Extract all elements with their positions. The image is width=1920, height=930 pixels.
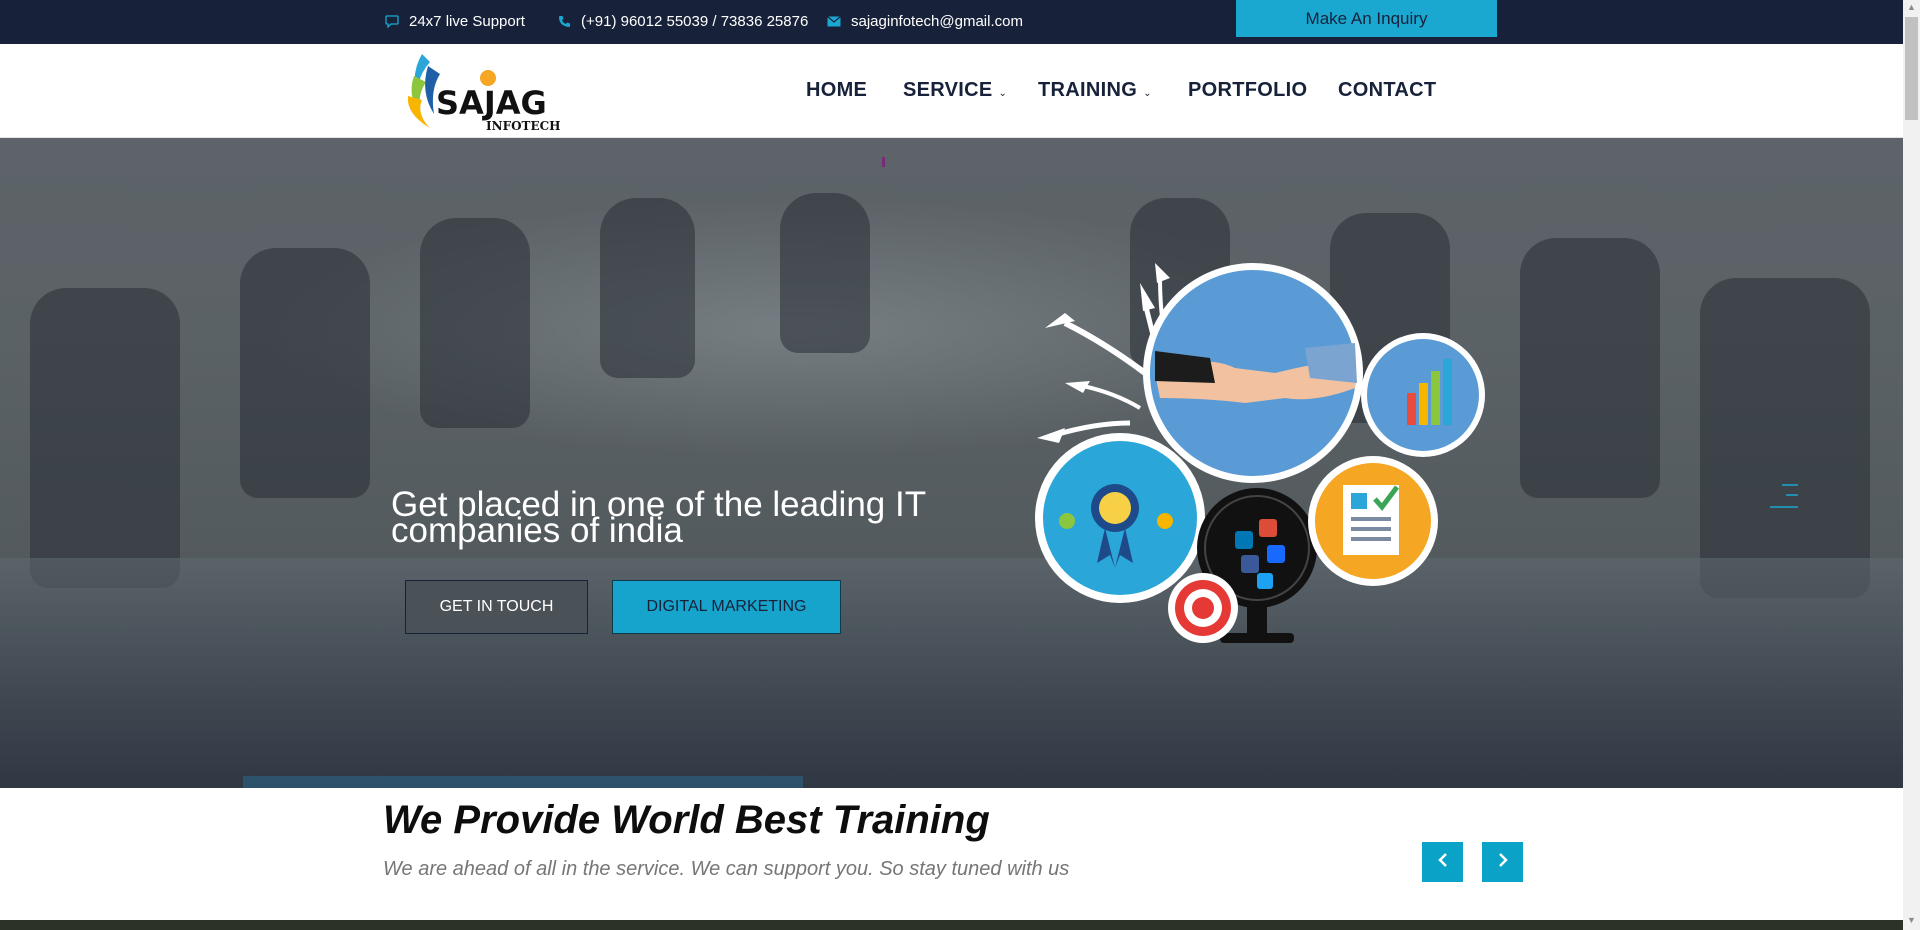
slider-menu-icon[interactable] <box>1768 483 1800 509</box>
scroll-thumb[interactable] <box>1905 17 1918 120</box>
chevron-right-icon <box>1497 852 1509 873</box>
svg-text:SAJAG: SAJAG <box>436 84 547 122</box>
chair-shape <box>1520 238 1660 498</box>
hero-illustration <box>1035 263 1490 658</box>
background-strip <box>243 776 803 788</box>
page-bottom-strip <box>0 920 1903 930</box>
chair-shape <box>1700 278 1870 598</box>
section-title: We Provide World Best Training <box>383 798 990 842</box>
phone-text: (+91) 96012 55039 / 73836 25876 <box>581 12 809 30</box>
get-in-touch-button[interactable]: GET IN TOUCH <box>405 580 588 634</box>
svg-text:INFOTECH: INFOTECH <box>486 119 561 133</box>
nav-service[interactable]: SERVICE ⌄ <box>903 78 1007 102</box>
support-text: 24x7 live Support <box>409 12 525 30</box>
top-bar: 24x7 live Support (+91) 96012 55039 / 73… <box>0 0 1903 44</box>
nav-service-label: SERVICE <box>903 78 993 101</box>
phone-info[interactable]: (+91) 96012 55039 / 73836 25876 <box>557 11 808 31</box>
scroll-down-arrow-icon[interactable]: ▼ <box>1907 916 1916 925</box>
email-info[interactable]: sajaginfotech@gmail.com <box>827 11 1023 31</box>
site-logo[interactable]: SAJAG INFOTECH <box>400 48 566 136</box>
email-text: sajaginfotech@gmail.com <box>851 12 1023 30</box>
make-inquiry-button[interactable]: Make An Inquiry <box>1236 0 1497 37</box>
chat-bubble-icon <box>385 14 399 28</box>
nav-training[interactable]: TRAINING ⌄ <box>1038 78 1152 102</box>
training-section: We Provide World Best Training We are ah… <box>0 788 1903 920</box>
nav-contact-label: CONTACT <box>1338 78 1437 101</box>
scroll-up-arrow-icon[interactable]: ▲ <box>1907 3 1916 12</box>
chair-shape <box>30 288 180 588</box>
nav-portfolio-label: PORTFOLIO <box>1188 78 1308 101</box>
carousel-prev-button[interactable] <box>1422 842 1463 882</box>
hero-slider: Get placed in one of the leading IT comp… <box>0 138 1903 788</box>
site-header: SAJAG INFOTECH HOME SERVICE ⌄ TRAINING ⌄… <box>0 44 1903 138</box>
digital-marketing-button[interactable]: DIGITAL MARKETING <box>612 580 841 634</box>
hero-title: Get placed in one of the leading IT comp… <box>391 487 991 548</box>
chair-shape <box>600 198 695 378</box>
nav-home[interactable]: HOME <box>806 78 867 102</box>
chair-shape <box>780 193 870 353</box>
slider-marker <box>882 157 885 167</box>
chair-shape <box>240 248 370 498</box>
chevron-left-icon <box>1437 852 1449 873</box>
chevron-down-icon: ⌄ <box>1143 87 1152 99</box>
envelope-icon <box>827 14 841 28</box>
nav-training-label: TRAINING <box>1038 78 1138 101</box>
phone-icon <box>557 14 571 28</box>
support-info: 24x7 live Support <box>385 11 525 31</box>
nav-portfolio[interactable]: PORTFOLIO <box>1188 78 1307 102</box>
chevron-down-icon: ⌄ <box>998 87 1008 99</box>
section-subtitle: We are ahead of all in the service. We c… <box>383 858 1070 880</box>
chair-shape <box>420 218 530 428</box>
page-scrollbar[interactable]: ▲ ▼ <box>1903 0 1920 930</box>
background-table <box>0 558 1903 788</box>
nav-home-label: HOME <box>806 78 868 101</box>
nav-contact[interactable]: CONTACT <box>1338 78 1436 102</box>
carousel-next-button[interactable] <box>1482 842 1523 882</box>
